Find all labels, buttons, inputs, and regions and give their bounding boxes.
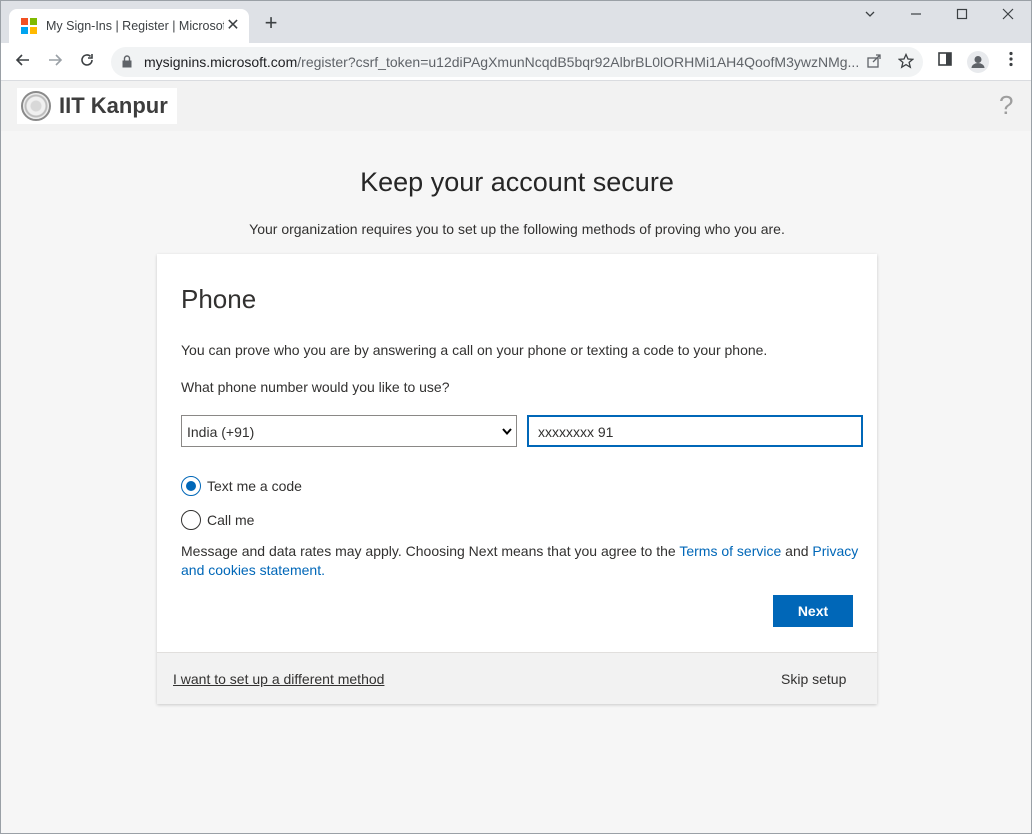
disclaimer-text: Message and data rates may apply. Choosi…: [181, 543, 859, 578]
reload-icon[interactable]: [75, 50, 99, 74]
minimize-window-icon[interactable]: [893, 7, 939, 27]
phone-question: What phone number would you like to use?: [181, 379, 450, 395]
terms-of-service-link[interactable]: Terms of service: [679, 543, 781, 559]
page-header: IIT Kanpur ?: [1, 81, 1031, 131]
country-code-value: India (+91): [187, 424, 255, 440]
phone-number-input[interactable]: xxxxxxxx 91: [527, 415, 863, 447]
different-method-link[interactable]: I want to set up a different method: [173, 671, 384, 687]
back-arrow-icon[interactable]: [11, 50, 35, 74]
call-me-label: Call me: [207, 512, 255, 528]
iit-seal-icon: [21, 91, 51, 121]
page-subtitle: Your organization requires you to set up…: [249, 221, 785, 237]
browser-tab[interactable]: My Sign-Ins | Register | Microsoft ✕: [9, 9, 249, 43]
phone-setup-card: Phone You can prove who you are by answe…: [157, 254, 877, 704]
share-icon[interactable]: [865, 53, 883, 71]
close-window-icon[interactable]: [985, 7, 1031, 27]
radio-selected-icon[interactable]: [181, 476, 201, 496]
help-icon[interactable]: ?: [999, 91, 1013, 119]
tab-title: My Sign-Ins | Register | Microsoft: [46, 19, 224, 33]
forward-arrow-icon[interactable]: [43, 50, 67, 74]
country-code-select[interactable]: India (+91): [181, 415, 517, 447]
radio-unselected-icon[interactable]: [181, 510, 201, 530]
next-button[interactable]: Next: [773, 595, 853, 627]
browser-window: My Sign-Ins | Register | Microsoft ✕ + m…: [0, 0, 1032, 834]
chevron-down-icon: [502, 428, 512, 436]
org-logo: IIT Kanpur: [17, 88, 177, 124]
card-title: Phone: [181, 284, 257, 314]
card-footer: I want to set up a different method Skip…: [157, 652, 877, 704]
close-tab-icon[interactable]: ✕: [225, 18, 241, 34]
text-me-label: Text me a code: [207, 478, 302, 494]
url-text: mysignins.microsoft.com/register?csrf_to…: [144, 54, 859, 70]
text-me-option[interactable]: Text me a code: [181, 476, 302, 496]
browser-toolbar: mysignins.microsoft.com/register?csrf_to…: [1, 43, 1031, 81]
new-tab-button[interactable]: +: [259, 12, 283, 36]
bookmark-star-icon[interactable]: [897, 52, 915, 71]
lock-icon: [122, 55, 132, 68]
skip-setup-link[interactable]: Skip setup: [781, 671, 846, 687]
card-description: You can prove who you are by answering a…: [181, 342, 768, 358]
org-name: IIT Kanpur: [59, 93, 168, 118]
maximize-window-icon[interactable]: [939, 7, 985, 27]
more-menu-icon[interactable]: [1000, 51, 1022, 73]
profile-avatar-icon[interactable]: [967, 51, 989, 73]
side-panel-icon[interactable]: [934, 51, 956, 73]
page-title: Keep your account secure: [360, 167, 674, 197]
page-content: IIT Kanpur ? Keep your account secure Yo…: [1, 81, 1031, 833]
microsoft-logo-icon: [21, 18, 37, 34]
tab-strip: My Sign-Ins | Register | Microsoft ✕ +: [1, 1, 1031, 43]
address-bar[interactable]: mysignins.microsoft.com/register?csrf_to…: [111, 47, 923, 77]
minimize-icon[interactable]: [847, 7, 893, 27]
call-me-option[interactable]: Call me: [181, 510, 254, 530]
